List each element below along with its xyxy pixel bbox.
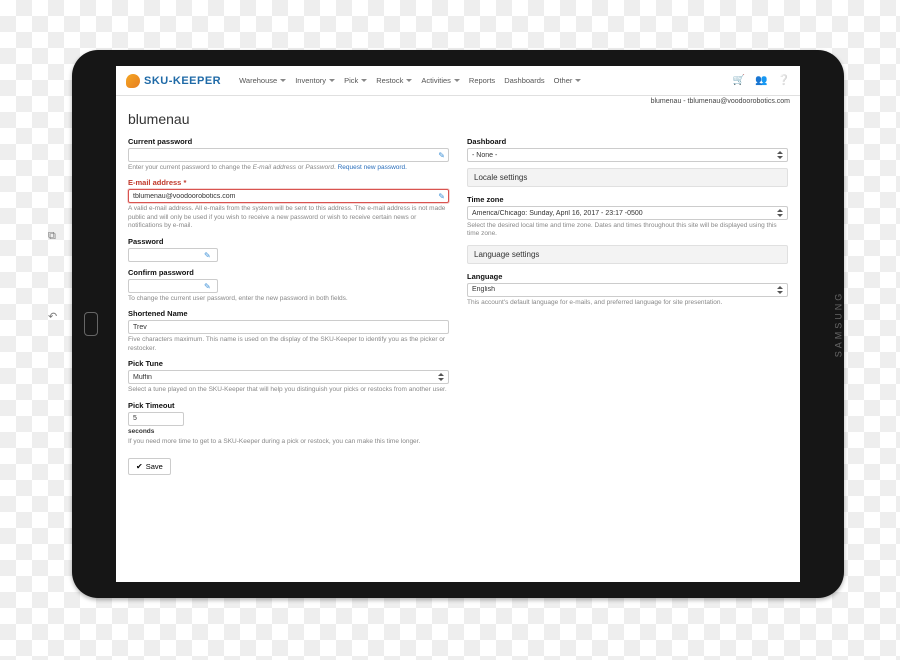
tablet-side-icon-b: ↶ (48, 310, 57, 323)
chevron-down-icon (361, 79, 367, 82)
dashboard-label: Dashboard (467, 137, 788, 146)
nav-reports[interactable]: Reports (469, 76, 495, 85)
tablet-side-icon-a: ⧉ (48, 230, 56, 243)
dashboard-select[interactable] (467, 148, 788, 162)
current-password-label: Current password (128, 137, 449, 146)
pick-timeout-help: If you need more time to get to a SKU-Ke… (128, 438, 449, 446)
request-new-password-link[interactable]: Request new password. (338, 164, 407, 171)
chevron-down-icon (280, 79, 286, 82)
chevron-down-icon (406, 79, 412, 82)
screen: SKU-KEEPER Warehouse Inventory Pick Restock… (116, 66, 800, 582)
home-button[interactable] (84, 312, 98, 336)
shortened-name-help: Five characters maximum. This name is us… (128, 336, 449, 353)
logo-text: SKU-KEEPER (144, 75, 221, 87)
locale-settings-head: Locale settings (467, 168, 788, 187)
nav-right: 🛒 👥 ❔ (733, 75, 790, 86)
current-password-help: Enter your current password to change th… (128, 164, 449, 172)
save-button[interactable]: ✔Save (128, 458, 171, 475)
pick-tune-help: Select a tune played on the SKU-Keeper t… (128, 386, 449, 394)
pencil-icon: ✎ (204, 282, 211, 291)
navbar: SKU-KEEPER Warehouse Inventory Pick Restock… (116, 66, 800, 96)
nav-inventory[interactable]: Inventory (295, 76, 335, 85)
chevron-down-icon (575, 79, 581, 82)
pencil-icon: ✎ (204, 251, 211, 260)
pick-timeout-label: Pick Timeout (128, 401, 449, 410)
password-label: Password (128, 237, 449, 246)
col-left: Current password ✎ Enter your current pa… (128, 137, 449, 475)
logo-icon (126, 74, 140, 88)
nav-pick[interactable]: Pick (344, 76, 367, 85)
nav-items: Warehouse Inventory Pick Restock Activities R… (239, 76, 581, 85)
chevron-down-icon (329, 79, 335, 82)
timezone-help: Select the desired local time and time z… (467, 222, 788, 239)
shortened-name-label: Shortened Name (128, 309, 449, 318)
page-title: blumenau (128, 111, 788, 127)
email-help: A valid e-mail address. All e-mails from… (128, 205, 449, 230)
help-icon[interactable]: ❔ (778, 75, 790, 86)
pick-timeout-input[interactable] (128, 412, 184, 426)
email-label: E-mail address * (128, 178, 449, 187)
language-select[interactable] (467, 283, 788, 297)
pencil-icon: ✎ (438, 151, 445, 160)
email-input[interactable] (128, 189, 449, 203)
timezone-label: Time zone (467, 195, 788, 204)
language-settings-head: Language settings (467, 245, 788, 264)
cart-icon[interactable]: 🛒 (733, 75, 745, 86)
col-right: Dashboard Locale settings Time zone Sele… (467, 137, 788, 475)
language-help: This account's default language for e-ma… (467, 299, 788, 307)
nav-activities[interactable]: Activities (421, 76, 460, 85)
shortened-name-input[interactable] (128, 320, 449, 334)
pencil-icon: ✎ (438, 192, 445, 201)
language-label: Language (467, 272, 788, 281)
pick-timeout-unit: seconds (128, 428, 449, 436)
confirm-password-help: To change the current user password, ent… (128, 295, 449, 303)
check-icon: ✔ (136, 462, 143, 471)
chevron-down-icon (454, 79, 460, 82)
nav-other[interactable]: Other (554, 76, 582, 85)
user-line: blumenau - tblumenau@voodoorobotics.com (116, 96, 800, 105)
page-body: blumenau Current password ✎ Enter your c… (116, 105, 800, 487)
nav-restock[interactable]: Restock (376, 76, 412, 85)
device-brand: SAMSUNG (834, 291, 844, 358)
timezone-select[interactable] (467, 206, 788, 220)
pick-tune-select[interactable] (128, 370, 449, 384)
tablet-frame: SAMSUNG SKU-KEEPER Warehouse Inventory Pic… (72, 50, 844, 598)
users-icon[interactable]: 👥 (755, 75, 767, 86)
current-password-input[interactable] (128, 148, 449, 162)
nav-warehouse[interactable]: Warehouse (239, 76, 286, 85)
nav-dashboards[interactable]: Dashboards (504, 76, 544, 85)
logo[interactable]: SKU-KEEPER (126, 74, 221, 88)
confirm-password-label: Confirm password (128, 268, 449, 277)
pick-tune-label: Pick Tune (128, 359, 449, 368)
